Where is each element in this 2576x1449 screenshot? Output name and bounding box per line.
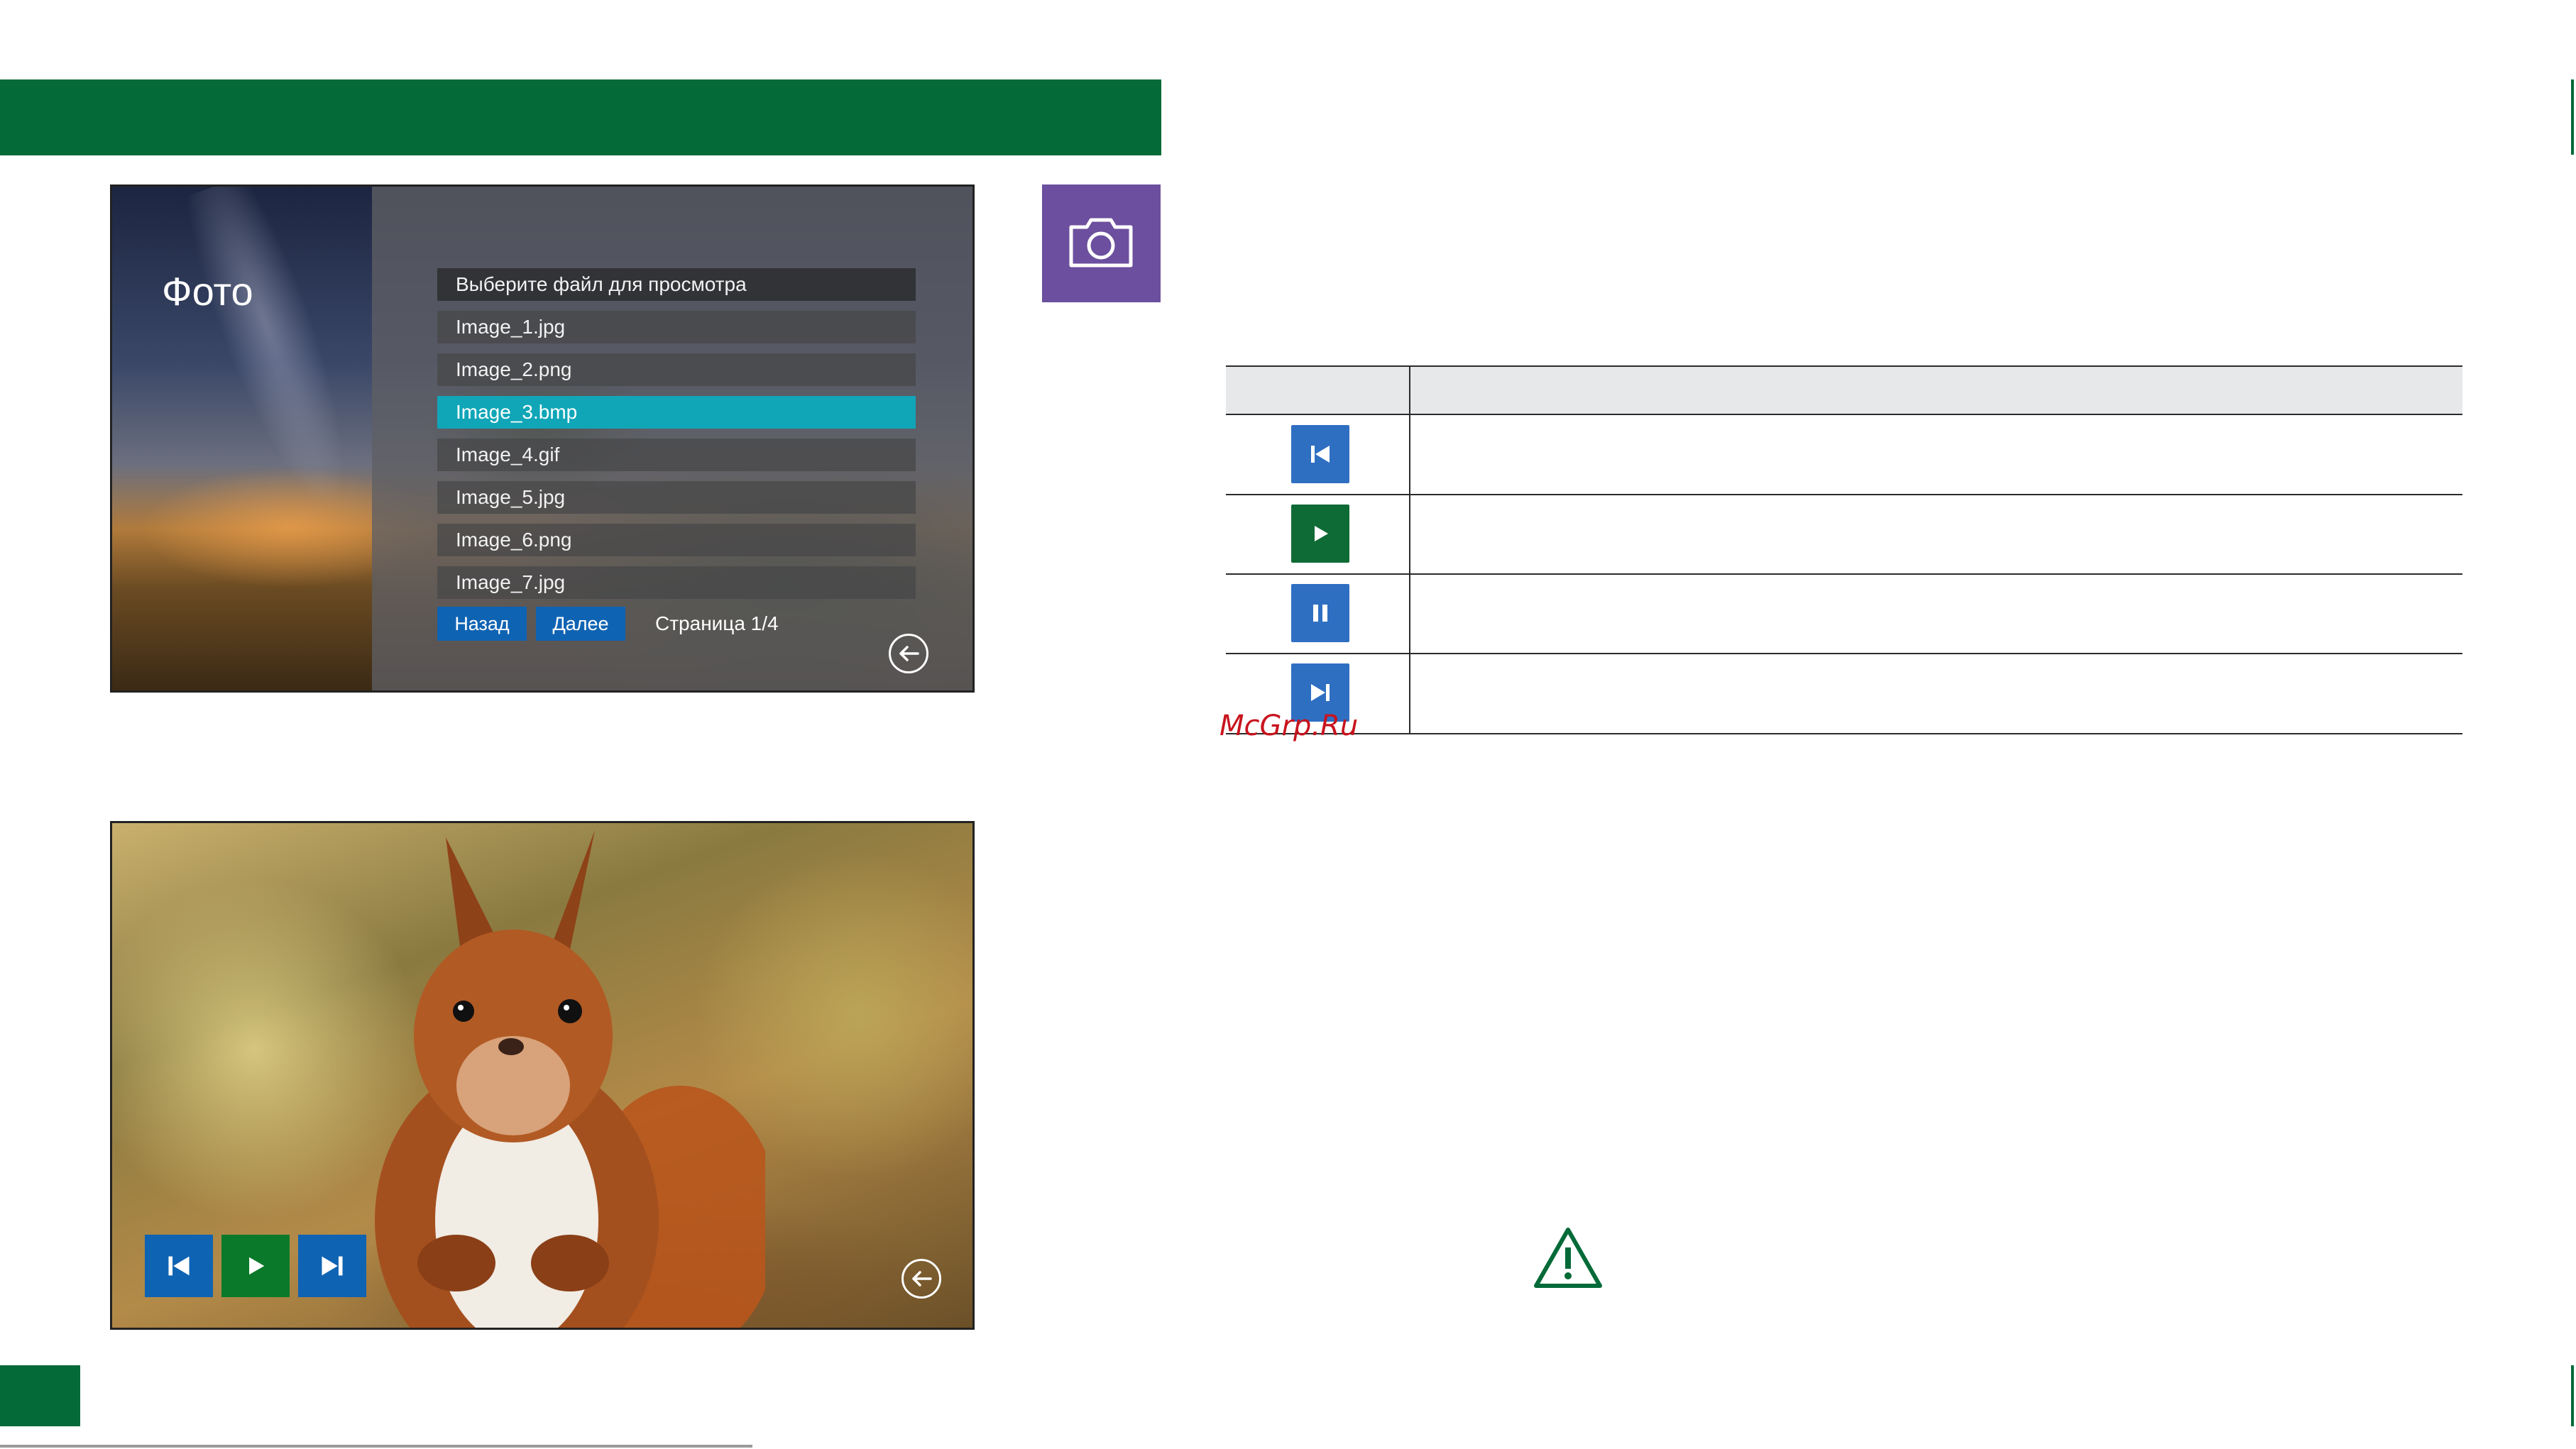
file-item[interactable]: Image_2.png xyxy=(437,353,916,386)
warning-triangle-icon xyxy=(1534,1228,1602,1288)
arrow-left-circle-icon[interactable] xyxy=(901,1259,941,1299)
file-item[interactable]: Image_6.png xyxy=(437,524,916,556)
page-edge-marker xyxy=(2571,79,2574,155)
page-indicator: Страница 1/4 xyxy=(655,612,779,634)
play-icon xyxy=(249,1257,265,1275)
table-rule xyxy=(1226,653,2462,654)
file-item[interactable]: Image_5.jpg xyxy=(437,481,916,514)
file-item-selected[interactable]: Image_3.bmp xyxy=(437,396,916,429)
arrow-left-circle-icon[interactable] xyxy=(889,634,928,673)
play-icon xyxy=(1291,505,1349,563)
pause-icon xyxy=(1291,584,1349,642)
page-number-block xyxy=(0,1365,80,1426)
list-header: Выберите файл для просмотра xyxy=(437,268,916,301)
file-item[interactable]: Image_7.jpg xyxy=(437,566,916,599)
photo-viewer-screenshot xyxy=(110,821,975,1330)
table-header xyxy=(1226,367,2462,414)
play-slideshow-button[interactable] xyxy=(221,1235,290,1297)
table-rule xyxy=(1226,365,2462,367)
skip-next-icon xyxy=(322,1256,343,1276)
table-column-rule xyxy=(1409,365,1410,734)
next-button[interactable]: Далее xyxy=(536,607,625,641)
skip-previous-icon xyxy=(168,1256,190,1276)
page-edge-marker xyxy=(2571,1365,2574,1426)
squirrel-photo xyxy=(375,830,765,1328)
table-rule xyxy=(1226,414,2462,415)
camera-tile xyxy=(1042,184,1161,302)
header-bar xyxy=(0,79,1161,155)
next-photo-button[interactable] xyxy=(298,1235,366,1297)
file-item[interactable]: Image_4.gif xyxy=(437,439,916,471)
table-rule xyxy=(1226,573,2462,575)
back-button[interactable]: Назад xyxy=(437,607,527,641)
footer-rule xyxy=(0,1445,752,1448)
controls-table xyxy=(1226,365,2462,734)
file-browser-screenshot: Фото Выберите файл для просмотра Image_1… xyxy=(110,184,975,693)
table-rule xyxy=(1226,733,2462,734)
watermark: McGrp.Ru xyxy=(1220,710,1359,742)
table-rule xyxy=(1226,494,2462,495)
prev-photo-button[interactable] xyxy=(145,1235,213,1297)
camera-icon xyxy=(1069,218,1133,268)
screen-title: Фото xyxy=(162,269,253,314)
skip-previous-icon xyxy=(1291,425,1349,483)
file-item[interactable]: Image_1.jpg xyxy=(437,311,916,343)
